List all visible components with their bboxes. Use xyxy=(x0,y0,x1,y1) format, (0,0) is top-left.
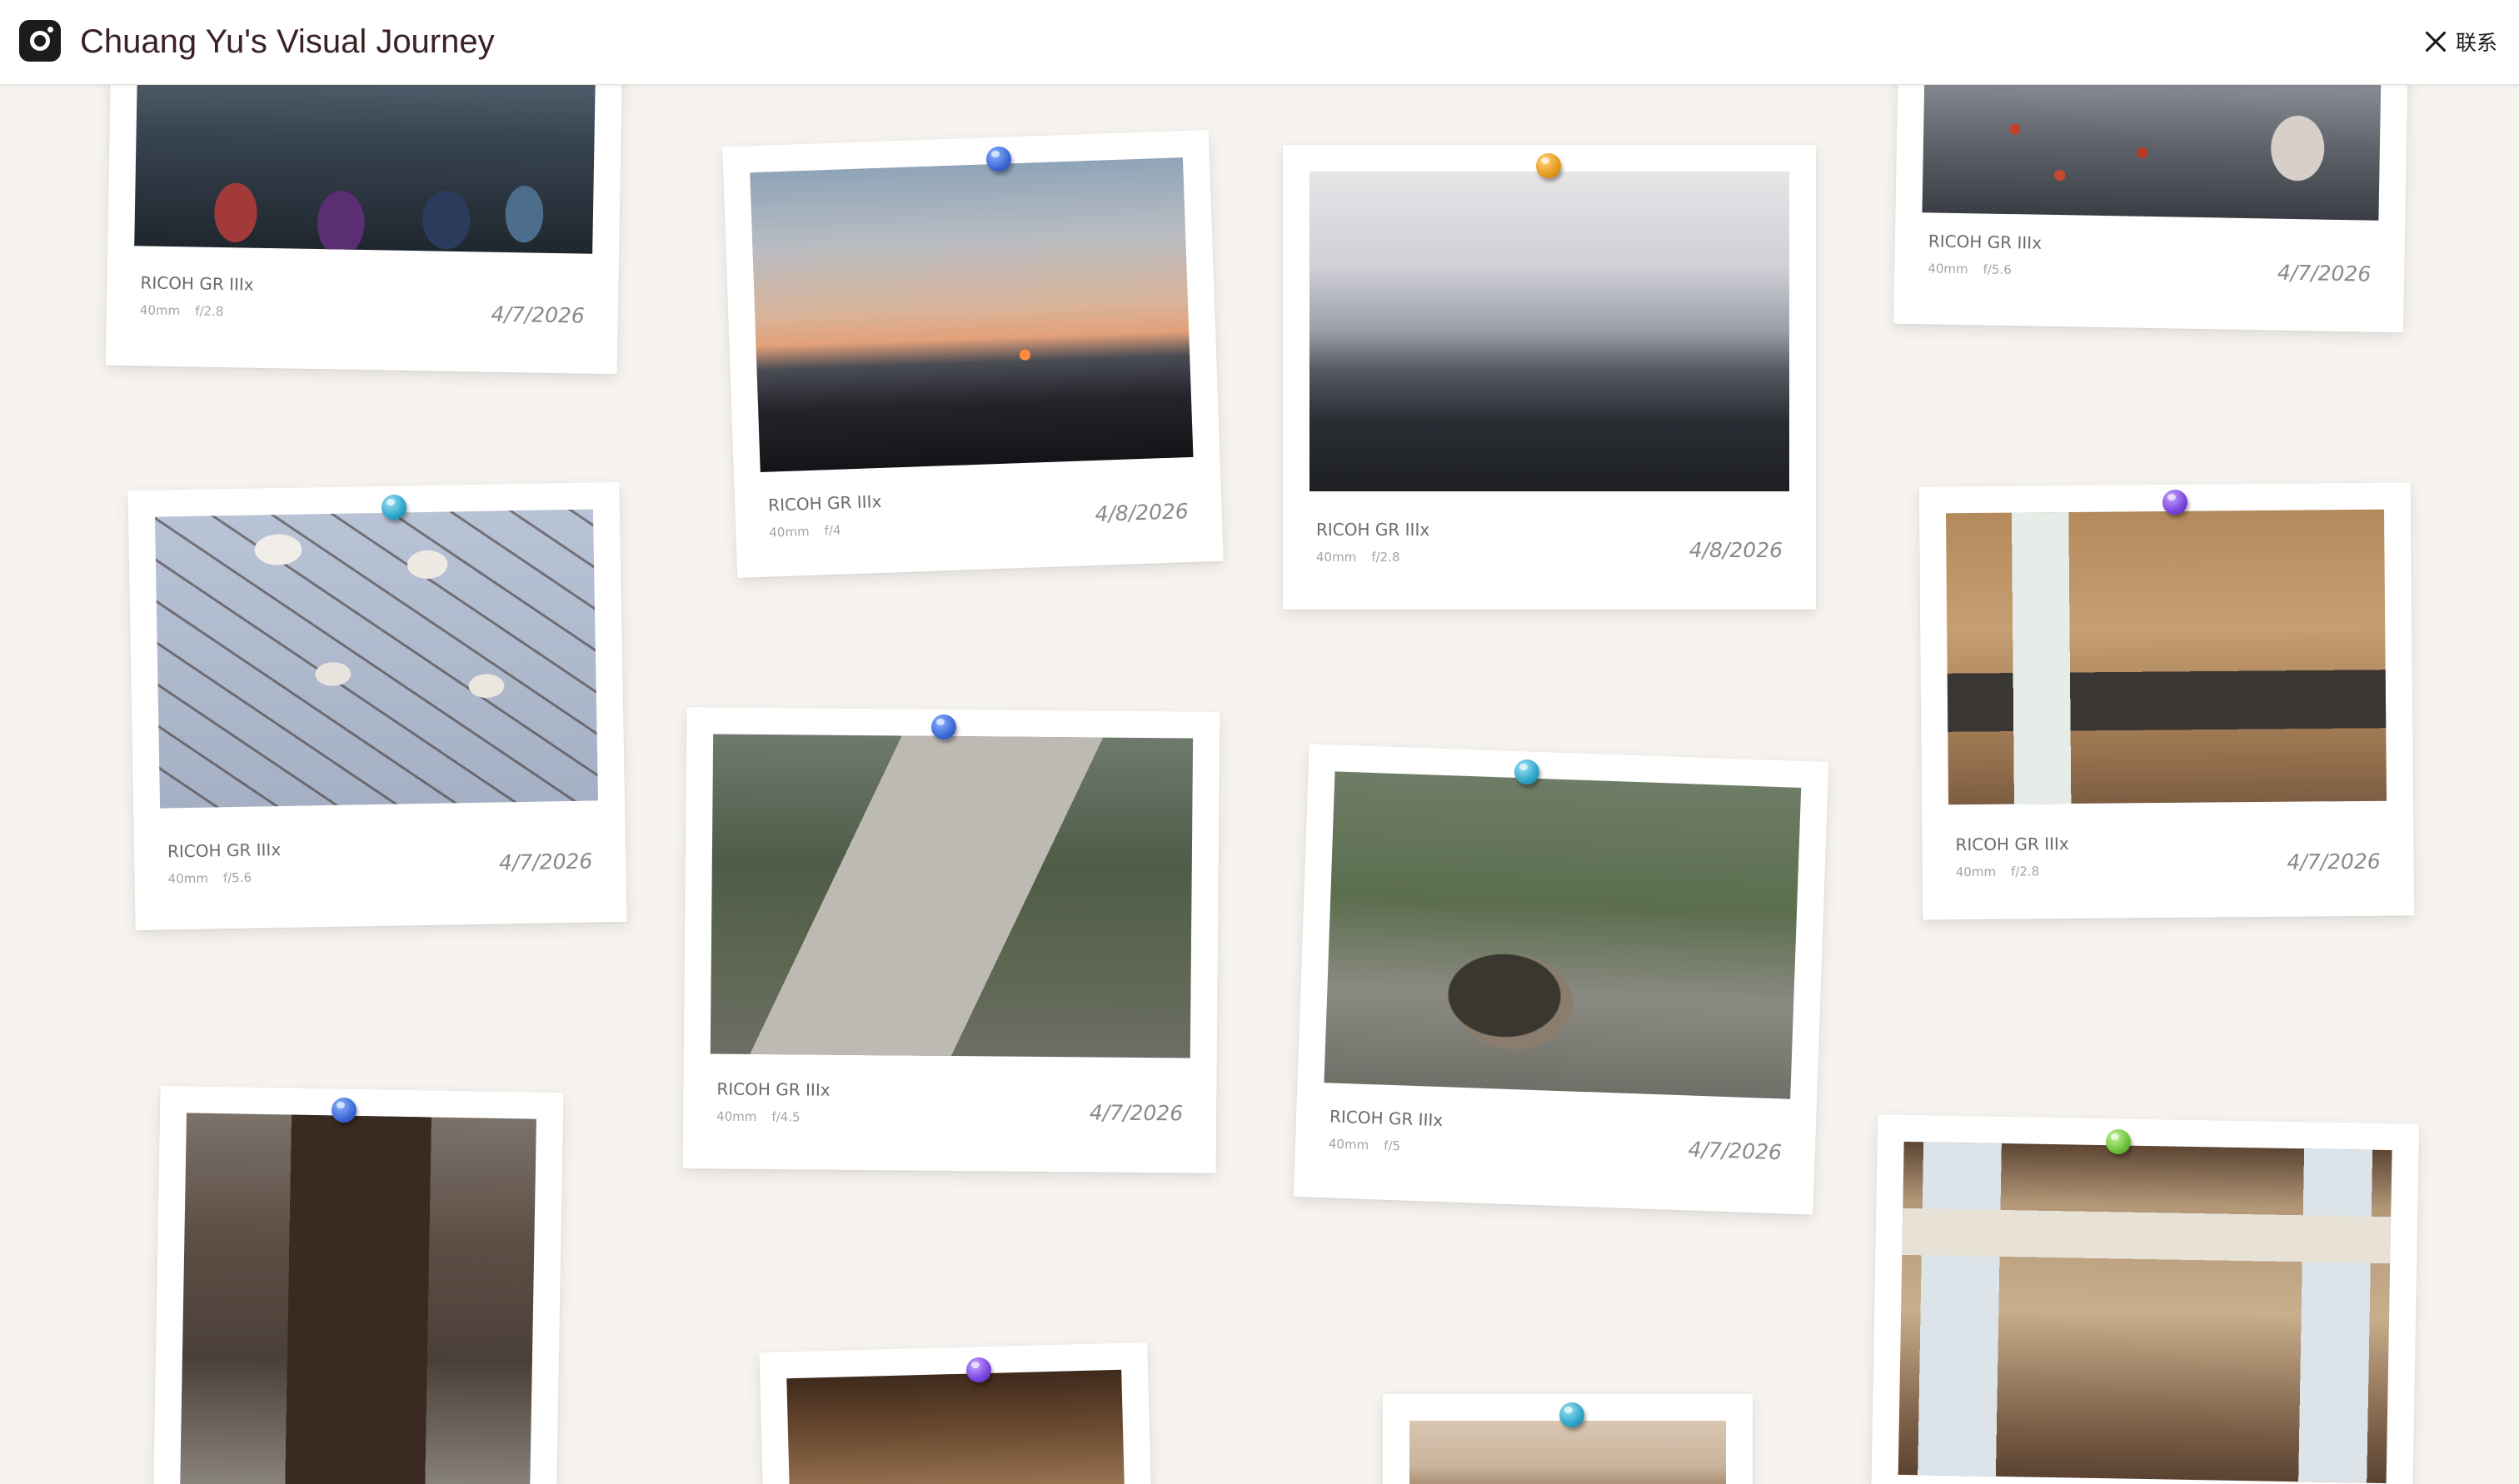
photo-image xyxy=(1409,1421,1726,1484)
photo-card[interactable] xyxy=(1870,1114,2420,1484)
photo-specs: 40mm f/5 xyxy=(1328,1136,1401,1154)
photo-card[interactable]: RICOH GR IIIx 40mm f/5 4/7/2026 xyxy=(1293,744,1829,1215)
pushpin-icon xyxy=(1536,153,1561,178)
photo-image xyxy=(1922,71,2382,221)
pushpin-icon xyxy=(2106,1129,2131,1154)
photo-card[interactable] xyxy=(152,1085,564,1484)
contact-link[interactable]: 联系 xyxy=(2424,25,2497,58)
x-icon xyxy=(2425,31,2447,52)
photo-specs: 40mm f/5.6 xyxy=(1928,261,2012,278)
photo-date: 4/8/2026 xyxy=(1688,538,1783,562)
photo-camera: RICOH GR IIIx xyxy=(1316,520,1430,540)
photo-camera: RICOH GR IIIx xyxy=(1329,1106,1444,1131)
photo-date: 4/8/2026 xyxy=(1095,499,1190,526)
photo-image xyxy=(1946,509,2387,805)
pushpin-icon xyxy=(931,715,956,740)
photo-image xyxy=(134,71,596,254)
site-title[interactable]: Chuang Yu's Visual Journey xyxy=(80,20,495,63)
photo-date: 4/7/2026 xyxy=(491,301,586,328)
photo-image xyxy=(710,734,1194,1058)
photo-specs: 40mm f/4.5 xyxy=(716,1108,801,1125)
photo-card[interactable] xyxy=(759,1342,1152,1484)
photo-camera: RICOH GR IIIx xyxy=(767,491,882,515)
photo-image xyxy=(154,509,599,809)
photo-image xyxy=(786,1369,1125,1484)
contact-label: 联系 xyxy=(2455,31,2497,55)
pushpin-icon xyxy=(966,1357,991,1382)
photo-date: 4/7/2026 xyxy=(1688,1137,1783,1165)
pushpin-icon xyxy=(332,1098,357,1123)
photo-image xyxy=(750,157,1194,472)
site-header: Chuang Yu's Visual Journey 联系 xyxy=(0,0,2519,85)
pushpin-icon xyxy=(2162,490,2187,515)
photo-camera: RICOH GR IIIx xyxy=(1928,231,2043,253)
photo-image xyxy=(1309,172,1789,491)
photo-card[interactable]: RICOH GR IIIx 40mm f/5.6 4/7/2026 xyxy=(1893,45,2408,333)
photo-card[interactable]: RICOH GR IIIx 40mm f/2.8 4/7/2026 xyxy=(1918,482,2415,920)
photo-date: 4/7/2026 xyxy=(2287,849,2381,874)
photo-specs: 40mm f/2.8 xyxy=(139,302,224,320)
photo-card[interactable]: RICOH GR IIIx 40mm f/4.5 4/7/2026 xyxy=(682,707,1220,1173)
photo-image xyxy=(1324,771,1802,1099)
photo-card[interactable]: RICOH GR IIIx 40mm f/2.8 4/7/2026 xyxy=(105,45,623,375)
photo-specs: 40mm f/4 xyxy=(769,522,841,540)
photo-image xyxy=(179,1113,536,1484)
photo-camera: RICOH GR IIIx xyxy=(1955,834,2069,855)
photo-specs: 40mm f/2.8 xyxy=(1955,864,2040,880)
pushpin-icon xyxy=(986,147,1011,172)
photo-date: 4/7/2026 xyxy=(1089,1100,1184,1126)
photo-specs: 40mm f/2.8 xyxy=(1316,550,1400,565)
pushpin-icon xyxy=(382,495,407,520)
photo-card[interactable]: RICOH GR IIIx 40mm f/2.8 4/8/2026 xyxy=(1283,145,1816,610)
photo-date: 4/7/2026 xyxy=(2277,260,2372,286)
photo-date: 4/7/2026 xyxy=(498,849,593,875)
photo-camera: RICOH GR IIIx xyxy=(167,839,282,862)
photo-card[interactable]: RICOH GR IIIx 40mm f/5.6 4/7/2026 xyxy=(127,481,627,931)
pushpin-icon xyxy=(1514,759,1539,784)
photo-camera: RICOH GR IIIx xyxy=(716,1078,831,1100)
photo-specs: 40mm f/5.6 xyxy=(167,869,252,887)
camera-icon[interactable] xyxy=(19,20,61,62)
photo-image xyxy=(1898,1141,2392,1484)
photo-card[interactable]: RICOH GR IIIx 40mm f/4 4/8/2026 xyxy=(722,129,1224,579)
pushpin-icon xyxy=(1559,1402,1584,1427)
photo-camera: RICOH GR IIIx xyxy=(140,272,254,295)
